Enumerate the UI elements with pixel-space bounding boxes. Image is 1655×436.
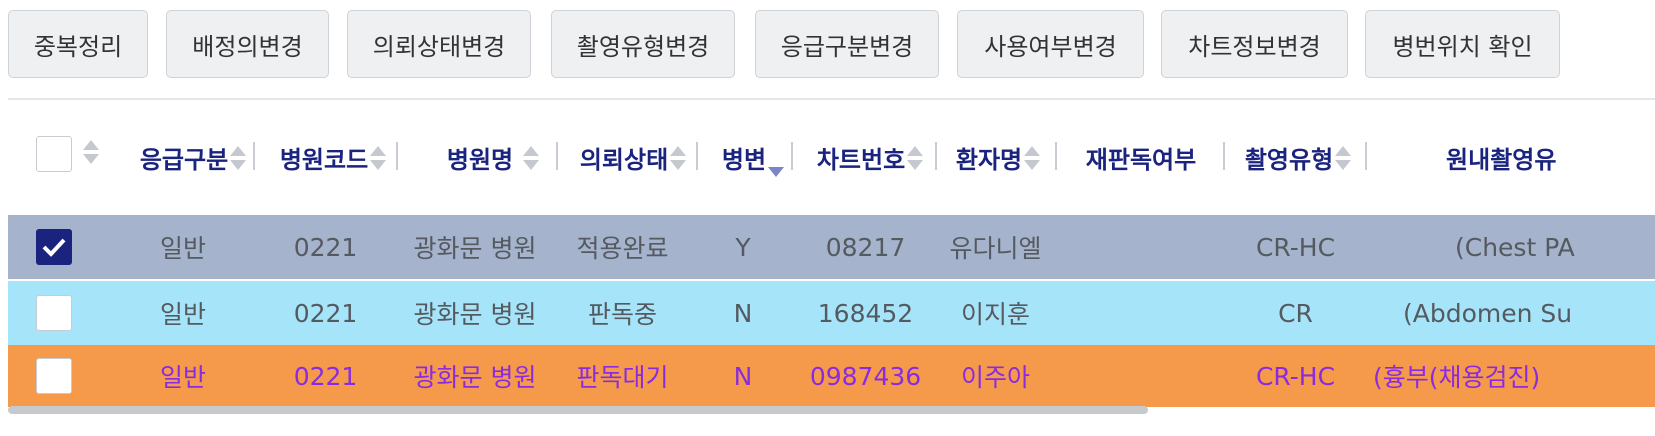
worklist-grid: 응급구분 병원코드 병원명 의뢰상태 병변 차트번호 환자명 재판독여부 촬영유… bbox=[8, 100, 1655, 436]
column-divider bbox=[556, 142, 558, 170]
table-row[interactable]: 일반 0221 광화문 병원 판독중 N 168452 이지훈 CR (Abdo… bbox=[8, 281, 1655, 345]
column-header-lesion[interactable]: 병변 bbox=[713, 100, 793, 215]
sort-icon[interactable] bbox=[83, 140, 99, 164]
cell-reread bbox=[1068, 345, 1218, 407]
table-row[interactable]: 일반 0221 광화문 병원 판독대기 N 0987436 이주아 CR-HC … bbox=[8, 345, 1655, 407]
cell-inhouse-shoot-type: (Chest PA bbox=[1455, 232, 1575, 262]
checkmark-icon bbox=[42, 238, 66, 257]
cell-hospital-code: 0221 bbox=[293, 232, 358, 262]
cell-chart-number: 08217 bbox=[825, 232, 906, 262]
column-header-request-status[interactable]: 의뢰상태 bbox=[568, 100, 698, 215]
table-row[interactable]: 일반 0221 광화문 병원 적용완료 Y 08217 유다니엘 CR-HC (… bbox=[8, 215, 1655, 279]
cell-lesion: N bbox=[733, 361, 753, 391]
cell-emergency: 일반 bbox=[159, 300, 206, 329]
sort-icon bbox=[907, 145, 924, 170]
row-checkbox[interactable] bbox=[36, 358, 72, 394]
row-checkbox[interactable] bbox=[36, 295, 72, 331]
cell-request-status: 판독중 bbox=[587, 300, 657, 329]
horizontal-scrollbar[interactable] bbox=[8, 406, 1148, 414]
column-header-shoot-type[interactable]: 촬영유형 bbox=[1233, 100, 1363, 215]
action-toolbar: 중복정리 배정의변경 의뢰상태변경 촬영유형변경 응급구분변경 사용여부변경 차… bbox=[0, 0, 1655, 90]
cell-request-status: 판독대기 bbox=[576, 363, 669, 392]
cell-request-status: 적용완료 bbox=[576, 234, 669, 263]
cell-inhouse-shoot-type: (Abdomen Su bbox=[1403, 298, 1573, 328]
sort-icon bbox=[670, 145, 687, 170]
change-emergency-button[interactable]: 응급구분변경 bbox=[755, 10, 939, 78]
change-chart-info-button[interactable]: 차트정보변경 bbox=[1161, 10, 1348, 78]
cell-reread bbox=[1068, 281, 1218, 345]
cell-lesion: Y bbox=[735, 232, 751, 262]
sort-icon bbox=[523, 145, 540, 170]
cell-hospital-name: 광화문 병원 bbox=[413, 363, 537, 392]
column-divider bbox=[253, 142, 255, 170]
cell-inhouse-shoot-type: (흉부(채용검진) bbox=[1373, 363, 1541, 392]
cell-patient-name: 이지훈 bbox=[960, 300, 1030, 329]
cell-hospital-code: 0221 bbox=[293, 361, 358, 391]
column-divider bbox=[935, 142, 937, 170]
cell-hospital-name: 광화문 병원 bbox=[413, 234, 537, 263]
cell-hospital-code: 0221 bbox=[293, 298, 358, 328]
cell-shoot-type: CR-HC bbox=[1255, 361, 1336, 391]
cell-shoot-type: CR-HC bbox=[1255, 232, 1336, 262]
sort-icon bbox=[230, 145, 247, 170]
cell-hospital-name: 광화문 병원 bbox=[413, 300, 537, 329]
column-divider bbox=[696, 142, 698, 170]
column-header-patient-name[interactable]: 환자명 bbox=[943, 100, 1053, 215]
check-lesion-location-button[interactable]: 병번위치 확인 bbox=[1365, 10, 1560, 78]
sort-icon bbox=[370, 145, 387, 170]
change-assignment-button[interactable]: 배정의변경 bbox=[166, 10, 329, 78]
column-divider bbox=[1055, 142, 1057, 170]
cell-emergency: 일반 bbox=[159, 234, 206, 263]
column-divider bbox=[396, 142, 398, 170]
column-divider bbox=[1365, 142, 1367, 170]
column-divider bbox=[1223, 142, 1225, 170]
cell-emergency: 일반 bbox=[159, 363, 206, 392]
cell-patient-name: 유다니엘 bbox=[949, 234, 1042, 263]
cell-chart-number: 0987436 bbox=[809, 361, 922, 391]
select-all-checkbox[interactable] bbox=[36, 136, 72, 172]
grid-header: 응급구분 병원코드 병원명 의뢰상태 병변 차트번호 환자명 재판독여부 촬영유… bbox=[8, 100, 1655, 215]
sort-desc-icon bbox=[768, 153, 785, 177]
change-shoot-type-button[interactable]: 촬영유형변경 bbox=[551, 10, 735, 78]
column-header-emergency[interactable]: 응급구분 bbox=[128, 100, 258, 215]
column-header-hospital-code[interactable]: 병원코드 bbox=[268, 100, 398, 215]
column-divider bbox=[791, 142, 793, 170]
column-header-reread[interactable]: 재판독여부 bbox=[1066, 100, 1216, 215]
dedupe-button[interactable]: 중복정리 bbox=[8, 10, 148, 78]
column-header-chart-number[interactable]: 차트번호 bbox=[805, 100, 935, 215]
column-header-hospital-name[interactable]: 병원명 bbox=[428, 100, 558, 215]
sort-icon bbox=[1335, 145, 1352, 170]
change-request-status-button[interactable]: 의뢰상태변경 bbox=[347, 10, 531, 78]
row-checkbox[interactable] bbox=[36, 229, 72, 265]
change-usage-button[interactable]: 사용여부변경 bbox=[957, 10, 1144, 78]
cell-patient-name: 이주아 bbox=[960, 363, 1030, 392]
cell-shoot-type: CR bbox=[1278, 298, 1313, 328]
column-header-inhouse-shoot-type[interactable]: 원내촬영유 bbox=[1378, 100, 1655, 215]
sort-icon bbox=[1024, 145, 1041, 170]
cell-reread bbox=[1068, 215, 1218, 279]
cell-lesion: N bbox=[733, 298, 753, 328]
cell-chart-number: 168452 bbox=[817, 298, 914, 328]
